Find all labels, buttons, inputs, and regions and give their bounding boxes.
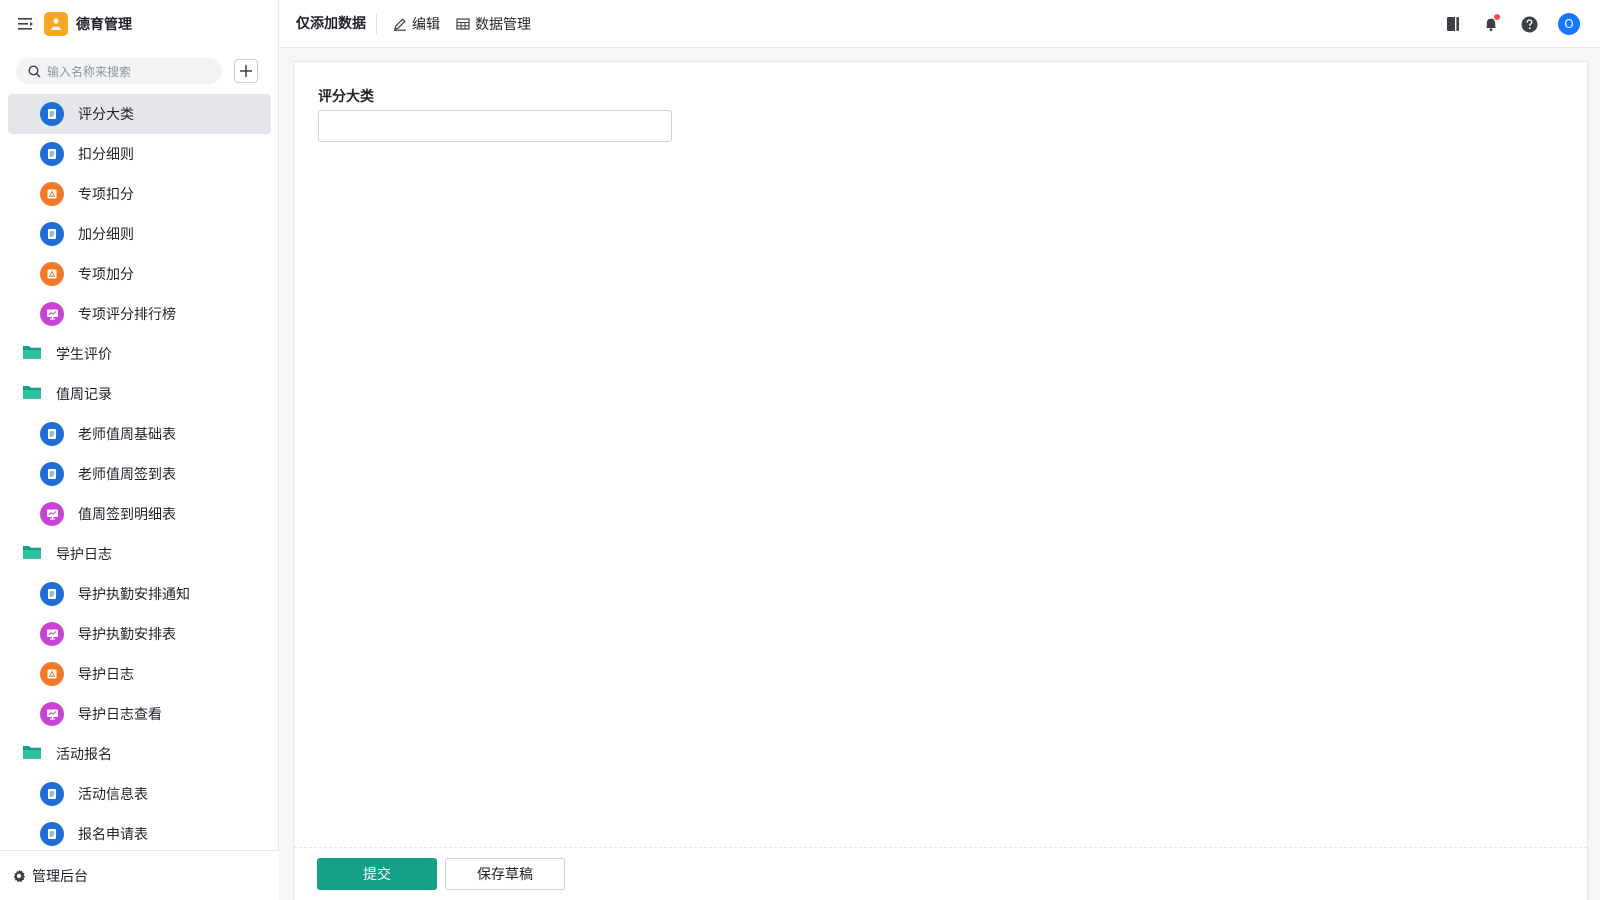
sidebar-item-label: 导护日志查看 [78, 707, 162, 723]
folder-icon [22, 544, 42, 564]
form-icon [40, 582, 64, 606]
sidebar-item[interactable]: 加分细则 [8, 214, 271, 254]
search-placeholder: 输入名称来搜索 [47, 64, 132, 79]
app-logo-icon [44, 12, 68, 36]
sidebar-item[interactable]: 老师值周签到表 [8, 454, 271, 494]
sidebar-item[interactable]: 导护执勤安排通知 [8, 574, 271, 614]
sidebar-item[interactable]: 扣分细则 [8, 134, 271, 174]
sidebar-item-label: 评分大类 [78, 107, 134, 123]
table-icon [456, 17, 470, 30]
sidebar-item[interactable]: 导护日志 [8, 654, 271, 694]
sidebar-item-label: 活动信息表 [78, 787, 148, 803]
sidebar-item[interactable]: 专项扣分 [8, 174, 271, 214]
gear-icon [13, 869, 26, 882]
form-icon [40, 102, 64, 126]
sidebar-folder[interactable]: 学生评价 [8, 334, 271, 374]
flow-icon [40, 182, 64, 206]
sidebar-item-label: 值周记录 [56, 387, 112, 403]
topbar-actions: O [1426, 0, 1580, 48]
notification-dot [1494, 14, 1500, 20]
sidebar-header: 德育管理 [0, 0, 278, 48]
sidebar-folder[interactable]: 值周记录 [8, 374, 271, 414]
admin-console-link[interactable]: 管理后台 [0, 850, 279, 900]
sidebar-item[interactable]: 导护执勤安排表 [8, 614, 271, 654]
save-draft-button[interactable]: 保存草稿 [445, 858, 565, 890]
sidebar-item-label: 导护执勤安排通知 [78, 587, 190, 603]
edit-label: 编辑 [412, 16, 440, 33]
form-icon [40, 782, 64, 806]
sidebar-item-label: 导护日志 [56, 547, 112, 563]
avatar-letter: O [1564, 17, 1574, 31]
sidebar-nav-list: 评分大类扣分细则专项扣分加分细则专项加分专项评分排行榜学生评价值周记录老师值周基… [0, 94, 279, 850]
notebook-icon[interactable] [1442, 13, 1464, 35]
sidebar-item[interactable]: 老师值周基础表 [8, 414, 271, 454]
data-manage-button[interactable]: 数据管理 [456, 14, 531, 34]
sidebar-item-label: 值周签到明细表 [78, 507, 176, 523]
topbar: 仅添加数据 编辑 数据管理 O [280, 0, 1600, 48]
search-icon [28, 64, 41, 77]
add-button[interactable] [234, 59, 258, 83]
sidebar-item[interactable]: 活动信息表 [8, 774, 271, 814]
report-icon [40, 502, 64, 526]
sidebar-item-label: 报名申请表 [78, 827, 148, 843]
sidebar-search-row: 输入名称来搜索 [0, 48, 278, 94]
sidebar-item-label: 扣分细则 [78, 147, 134, 163]
submit-button[interactable]: 提交 [317, 858, 437, 890]
admin-console-label: 管理后台 [32, 868, 88, 885]
form-icon [40, 462, 64, 486]
page-title: 仅添加数据 [296, 13, 377, 34]
sidebar-item-label: 导护日志 [78, 667, 134, 683]
sidebar-item[interactable]: 导护日志查看 [8, 694, 271, 734]
folder-icon [22, 344, 42, 364]
sidebar: 德育管理 输入名称来搜索 评分大类扣分细则专项扣分加分细则专项加分专项评分排行榜… [0, 0, 279, 900]
sidebar-item-label: 活动报名 [56, 747, 112, 763]
flow-icon [40, 662, 64, 686]
form-icon [40, 142, 64, 166]
sidebar-item-label: 专项扣分 [78, 187, 134, 203]
flow-icon [40, 262, 64, 286]
collapse-menu-icon[interactable] [18, 17, 34, 31]
report-icon [40, 622, 64, 646]
help-icon[interactable] [1518, 13, 1540, 35]
sidebar-folder[interactable]: 导护日志 [8, 534, 271, 574]
form-footer: 提交 保存草稿 [294, 847, 1587, 900]
sidebar-item[interactable]: 专项评分排行榜 [8, 294, 271, 334]
sidebar-item[interactable]: 报名申请表 [8, 814, 271, 850]
sidebar-item[interactable]: 值周签到明细表 [8, 494, 271, 534]
form-card: 评分大类 提交 保存草稿 [293, 61, 1588, 900]
form-icon [40, 822, 64, 846]
sidebar-item[interactable]: 专项加分 [8, 254, 271, 294]
bell-icon[interactable] [1480, 13, 1502, 35]
form-icon [40, 222, 64, 246]
category-input[interactable] [318, 110, 672, 142]
form-icon [40, 422, 64, 446]
sidebar-item-label: 专项加分 [78, 267, 134, 283]
sidebar-item-label: 学生评价 [56, 347, 112, 363]
report-icon [40, 702, 64, 726]
sidebar-item-label: 老师值周签到表 [78, 467, 176, 483]
plus-icon [240, 65, 252, 77]
sidebar-folder[interactable]: 活动报名 [8, 734, 271, 774]
sidebar-item-label: 导护执勤安排表 [78, 627, 176, 643]
sidebar-item-label: 老师值周基础表 [78, 427, 176, 443]
data-manage-label: 数据管理 [475, 16, 531, 33]
sidebar-item[interactable]: 评分大类 [8, 94, 271, 134]
field-label: 评分大类 [318, 89, 374, 105]
search-input[interactable]: 输入名称来搜索 [16, 58, 222, 84]
edit-button[interactable]: 编辑 [393, 14, 440, 34]
sidebar-item-label: 加分细则 [78, 227, 134, 243]
folder-icon [22, 384, 42, 404]
avatar[interactable]: O [1558, 13, 1580, 35]
pencil-icon [394, 17, 406, 31]
app-title: 德育管理 [76, 17, 132, 33]
sidebar-item-label: 专项评分排行榜 [78, 307, 176, 323]
folder-icon [22, 744, 42, 764]
report-icon [40, 302, 64, 326]
